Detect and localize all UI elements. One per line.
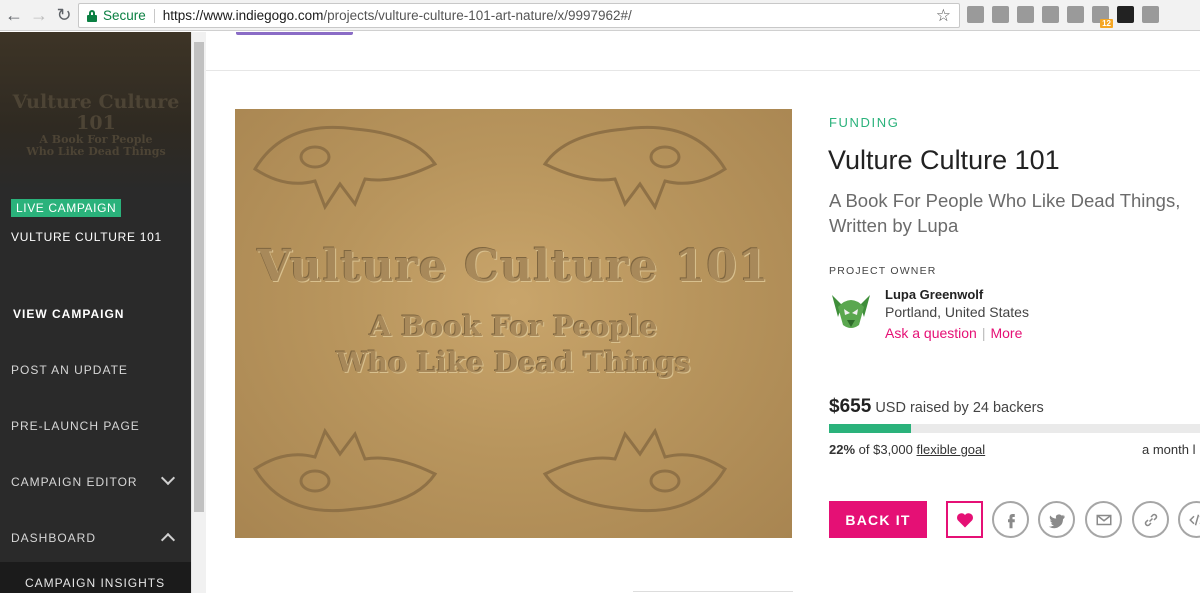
extension-badge: 12 — [1100, 19, 1113, 28]
extension-icon[interactable] — [1042, 6, 1059, 23]
extension-icons: 12 — [967, 6, 1159, 28]
raised-text: USD raised by 24 backers — [875, 400, 1044, 416]
sidebar-item-dashboard[interactable]: DASHBOARD — [0, 510, 191, 566]
skull-illustration — [535, 109, 735, 219]
url-text[interactable]: https://www.indiegogo.com/projects/vultu… — [163, 8, 632, 23]
skull-illustration — [245, 109, 445, 219]
mail-icon — [1096, 514, 1111, 525]
email-share-button[interactable] — [1085, 501, 1122, 538]
goal-amount: of $3,000 — [858, 442, 913, 457]
sidebar-item-view-campaign[interactable]: VIEW CAMPAIGN — [0, 286, 191, 342]
address-bar[interactable]: Secure https://www.indiegogo.com/project… — [78, 3, 960, 28]
top-tab-strip — [206, 32, 1200, 71]
campaign-title: Vulture Culture 101 — [828, 145, 1060, 175]
extension-icon[interactable] — [992, 6, 1009, 23]
sidebar-item-pre-launch[interactable]: PRE-LAUNCH PAGE — [0, 398, 191, 454]
link-icon — [1144, 513, 1157, 526]
extension-icon[interactable] — [1142, 6, 1159, 23]
link-divider: | — [981, 325, 986, 341]
campaign-image[interactable]: Vulture Culture 101 A Book For People Wh… — [235, 109, 792, 538]
browser-toolbar: ← → ↻ Secure https://www.indiegogo.com/p… — [0, 0, 1200, 31]
campaign-tagline: A Book For People Who Like Dead Things, … — [829, 190, 1181, 236]
extension-icon[interactable]: 12 — [1092, 6, 1113, 28]
sidebar-campaign-image: Vulture Culture 101 A Book For People Wh… — [0, 32, 191, 192]
sidebar-item-label: PRE-LAUNCH PAGE — [11, 419, 140, 433]
secure-label: Secure — [103, 8, 146, 23]
sidebar-item-post-update[interactable]: POST AN UPDATE — [0, 342, 191, 398]
chevron-down-icon — [160, 470, 176, 486]
copy-link-button[interactable] — [1132, 501, 1169, 538]
sidebar-item-campaign-editor[interactable]: CAMPAIGN EDITOR — [0, 454, 191, 510]
extension-icon[interactable] — [1067, 6, 1084, 23]
status-badge: LIVE CAMPAIGN — [11, 199, 122, 217]
funding-status-label: FUNDING — [829, 115, 900, 130]
sidebar-item-label: POST AN UPDATE — [11, 363, 128, 377]
sidebar-item-label: CAMPAIGN EDITOR — [11, 475, 138, 489]
owner-name[interactable]: Lupa Greenwolf — [885, 287, 983, 302]
address-separator — [153, 8, 155, 23]
twitter-icon — [1048, 513, 1064, 528]
back-arrow-icon[interactable]: ← — [3, 4, 25, 26]
owner-links: Ask a question | More — [885, 325, 1022, 341]
skull-illustration — [245, 419, 445, 529]
avatar[interactable] — [828, 287, 874, 333]
extension-icon[interactable] — [1117, 6, 1134, 23]
sidebar-subitem-campaign-insights[interactable]: CAMPAIGN INSIGHTS — [0, 562, 191, 593]
sidebar-campaign-title: VULTURE CULTURE 101 — [11, 230, 162, 244]
sidebar-scrollbar[interactable] — [191, 32, 206, 593]
sidebar-item-label: VIEW CAMPAIGN — [13, 307, 125, 321]
project-owner-label: PROJECT OWNER — [829, 265, 937, 277]
facebook-icon — [1007, 513, 1015, 528]
sidebar-hero-subtitle-2: Who Like Dead Things — [26, 144, 166, 158]
image-title: Vulture Culture 101 — [257, 241, 770, 292]
url-path: /projects/vulture-culture-101-art-nature… — [323, 8, 632, 23]
back-it-button[interactable]: BACK IT — [829, 501, 927, 538]
image-subtitle-line: A Book For People — [369, 310, 658, 343]
code-icon — [1188, 514, 1200, 525]
embed-button[interactable] — [1178, 501, 1200, 538]
reload-icon[interactable]: ↻ — [53, 4, 75, 26]
funds-raised: $655 USD raised by 24 backers — [829, 396, 1044, 418]
raised-amount: $655 — [829, 396, 872, 417]
heart-icon — [956, 512, 973, 527]
active-tab-indicator — [236, 32, 353, 35]
extension-icon[interactable] — [1017, 6, 1034, 23]
lock-icon — [87, 9, 97, 22]
sidebar-hero-title: Vulture Culture 101 — [12, 91, 180, 134]
facebook-share-button[interactable] — [992, 501, 1029, 538]
goal-summary: 22% of $3,000 flexible goal — [829, 442, 985, 457]
chevron-up-icon — [160, 532, 176, 548]
url-host: www.indiegogo.com — [203, 8, 324, 23]
twitter-share-button[interactable] — [1038, 501, 1075, 538]
image-subtitle-line: Who Like Dead Things — [336, 346, 691, 379]
owner-location: Portland, United States — [885, 304, 1029, 320]
main-content: Vulture Culture 101 A Book For People Wh… — [206, 32, 1200, 593]
flexible-goal-link[interactable]: flexible goal — [917, 442, 986, 457]
sidebar-item-label: DASHBOARD — [11, 531, 97, 545]
extension-icon[interactable] — [967, 6, 984, 23]
follow-button[interactable] — [946, 501, 983, 538]
more-link[interactable]: More — [990, 325, 1022, 341]
funding-progress-bar — [829, 424, 1200, 433]
url-prefix: https:// — [162, 8, 204, 23]
funding-progress-fill — [829, 424, 911, 433]
goal-percent: 22% — [829, 442, 856, 457]
skull-illustration — [535, 419, 735, 529]
ask-question-link[interactable]: Ask a question — [885, 325, 977, 341]
image-subtitle: A Book For People Who Like Dead Things — [235, 309, 792, 381]
time-left: a month l — [1142, 442, 1196, 457]
campaign-sidebar: Vulture Culture 101 A Book For People Wh… — [0, 32, 191, 593]
bookmark-star-icon[interactable]: ☆ — [936, 6, 951, 26]
forward-arrow-icon[interactable]: → — [28, 4, 50, 26]
sidebar-hero-text: Vulture Culture 101 A Book For People Wh… — [6, 92, 186, 158]
scroll-thumb[interactable] — [194, 42, 204, 512]
